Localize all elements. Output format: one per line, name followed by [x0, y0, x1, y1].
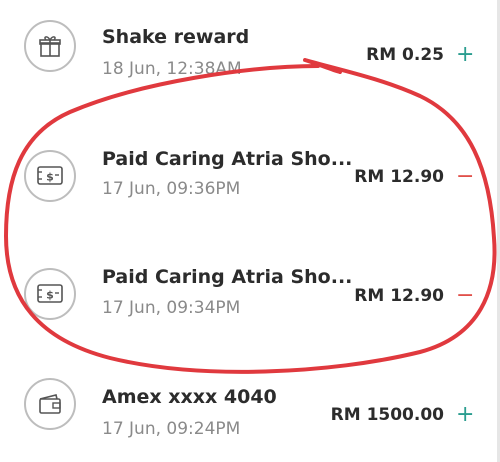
minus-icon: − [456, 164, 475, 189]
transaction-title: Paid Caring Atria Sho... [102, 266, 353, 288]
transaction-time: 17 Jun, 09:24PM [102, 419, 241, 439]
transaction-row[interactable]: Shake reward 18 Jun, 12:38AM RM 0.25 + [0, 0, 500, 100]
wallet-icon-circle [24, 378, 76, 430]
cash-icon-circle: $ [24, 150, 76, 202]
transaction-amount: RM 12.90 [354, 286, 444, 306]
gift-icon [39, 36, 61, 57]
transaction-row[interactable]: $ Paid Caring Atria Sho... 17 Jun, 09:36… [0, 128, 500, 228]
transaction-time: 18 Jun, 12:38AM [102, 59, 242, 79]
gift-icon-circle [24, 20, 76, 72]
transaction-amount: RM 0.25 [366, 45, 444, 65]
cash-icon: $ [37, 284, 63, 303]
cash-icon-circle: $ [24, 268, 76, 320]
transaction-title: Shake reward [102, 26, 250, 48]
svg-text:$: $ [46, 289, 54, 302]
plus-icon: + [456, 42, 475, 67]
wallet-icon [39, 394, 61, 414]
transaction-row[interactable]: Amex xxxx 4040 17 Jun, 09:24PM RM 1500.0… [0, 362, 500, 462]
plus-icon: + [456, 402, 475, 427]
transaction-title: Amex xxxx 4040 [102, 386, 277, 408]
transaction-row[interactable]: $ Paid Caring Atria Sho... 17 Jun, 09:34… [0, 246, 500, 346]
transaction-amount: RM 12.90 [354, 167, 444, 187]
minus-icon: − [456, 283, 475, 308]
transaction-time: 17 Jun, 09:36PM [102, 179, 241, 199]
transaction-title: Paid Caring Atria Sho... [102, 148, 353, 170]
transaction-amount: RM 1500.00 [330, 405, 444, 425]
transaction-time: 17 Jun, 09:34PM [102, 298, 241, 318]
cash-icon: $ [37, 166, 63, 185]
svg-text:$: $ [46, 171, 54, 184]
